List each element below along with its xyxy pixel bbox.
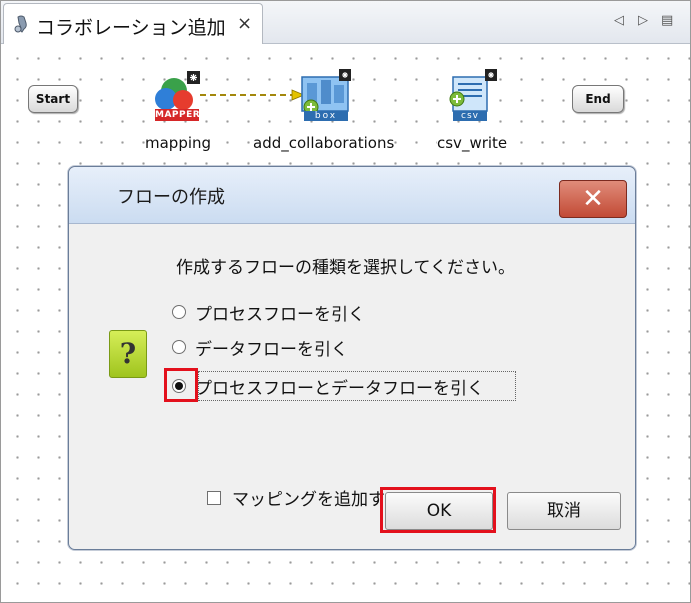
dialog-close-button[interactable]: ✕ bbox=[559, 180, 627, 218]
node-label-add-collaborations: add_collaborations bbox=[253, 134, 395, 152]
tab-close-icon[interactable]: × bbox=[237, 13, 252, 34]
tab-collaboration-add[interactable]: コラボレーション追加 × bbox=[3, 3, 263, 44]
dialog-title: フローの作成 bbox=[117, 187, 225, 208]
collaboration-icon bbox=[14, 15, 27, 33]
tab-bar: コラボレーション追加 × ◁ ▷ ▤ bbox=[1, 1, 690, 44]
add-mapping-option[interactable]: マッピングを追加する bbox=[207, 485, 402, 510]
option-label: プロセスフローを引く bbox=[195, 304, 365, 325]
focus-rectangle bbox=[198, 371, 516, 401]
scroll-right-icon[interactable]: ▷ bbox=[638, 13, 648, 28]
cancel-button[interactable]: 取消 bbox=[507, 492, 621, 530]
node-label-mapping: mapping bbox=[145, 134, 212, 152]
dialog-title-bar[interactable]: フローの作成 ✕ bbox=[69, 167, 635, 224]
close-icon: ✕ bbox=[582, 184, 604, 214]
scroll-left-icon[interactable]: ◁ bbox=[614, 13, 624, 28]
option-process-flow[interactable]: プロセスフローを引く bbox=[172, 299, 365, 325]
view-menu-icon[interactable]: ▤ bbox=[661, 13, 673, 28]
start-node[interactable]: Start bbox=[28, 85, 78, 113]
add-mapping-checkbox[interactable] bbox=[207, 490, 221, 505]
option-data-flow[interactable]: データフローを引く bbox=[172, 334, 348, 360]
dialog-message: 作成するフローの種類を選択してください。 bbox=[176, 258, 515, 278]
option-label: データフローを引く bbox=[195, 339, 348, 360]
tab-title: コラボレーション追加 bbox=[36, 17, 226, 39]
csv-badge-text: csv bbox=[461, 111, 479, 121]
mapper-badge-text: MAPPER bbox=[155, 110, 201, 120]
question-icon: ? bbox=[109, 330, 147, 378]
radio-data-flow[interactable] bbox=[172, 340, 186, 354]
ok-highlight-box bbox=[380, 487, 496, 533]
node-label-csv-write: csv_write bbox=[437, 134, 508, 152]
data-flow-line[interactable] bbox=[200, 88, 310, 102]
create-flow-dialog: フローの作成 ✕ 作成するフローの種類を選択してください。 ? プロセスフローを… bbox=[68, 166, 636, 550]
radio-process-flow[interactable] bbox=[172, 305, 186, 319]
radio-highlight-box bbox=[164, 368, 198, 402]
box-badge-text: box bbox=[314, 111, 338, 121]
checkbox-label: マッピングを追加する bbox=[232, 490, 402, 510]
dialog-body: 作成するフローの種類を選択してください。 ? プロセスフローを引く データフロー… bbox=[69, 224, 635, 549]
end-node[interactable]: End bbox=[572, 85, 624, 113]
